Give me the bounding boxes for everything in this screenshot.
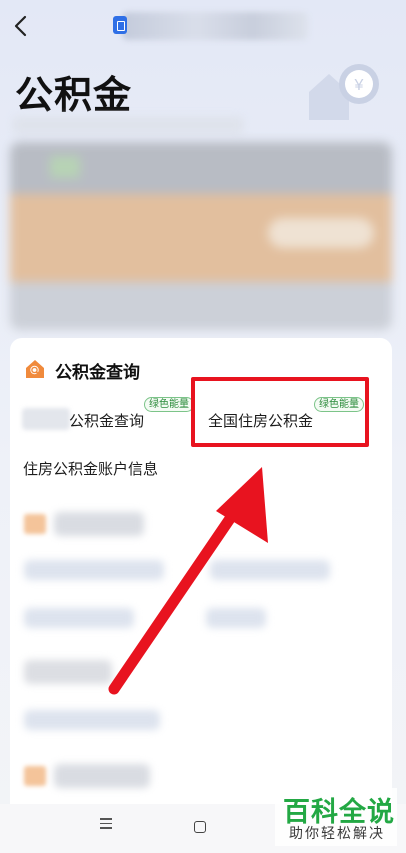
blurred-icon: [24, 766, 46, 786]
house-search-icon: [26, 360, 44, 378]
green-energy-badge: 绿色能量: [144, 397, 194, 412]
blurred-icon: [24, 514, 46, 534]
chevron-left-icon: [14, 15, 27, 37]
blurred-app-title: [122, 12, 308, 40]
red-pointer-arrow: [108, 467, 268, 695]
blurred-row: [24, 710, 160, 730]
blurred-account-card: [10, 142, 392, 330]
back-button[interactable]: [8, 10, 36, 42]
svg-text:¥: ¥: [354, 77, 364, 94]
section-title: 公积金查询: [55, 363, 140, 382]
fund-query-link[interactable]: 公积金查询: [69, 410, 144, 431]
menu-icon[interactable]: [100, 818, 114, 830]
blurred-heading: [24, 660, 112, 684]
blurred-heading: [54, 764, 150, 788]
page-title: 公积金: [15, 75, 133, 117]
watermark-slogan: 助你轻松解决: [289, 825, 385, 841]
home-square-icon[interactable]: [194, 821, 206, 833]
house-coin-illustration: ¥: [309, 64, 379, 120]
watermark: 百科全说 助你轻松解决: [275, 788, 397, 846]
blurred-subtitle: [12, 116, 244, 134]
app-logo-icon: [113, 16, 127, 34]
top-bar: [0, 0, 406, 52]
highlight-annotation-box: [191, 377, 369, 447]
blurred-city-name: [22, 408, 70, 430]
